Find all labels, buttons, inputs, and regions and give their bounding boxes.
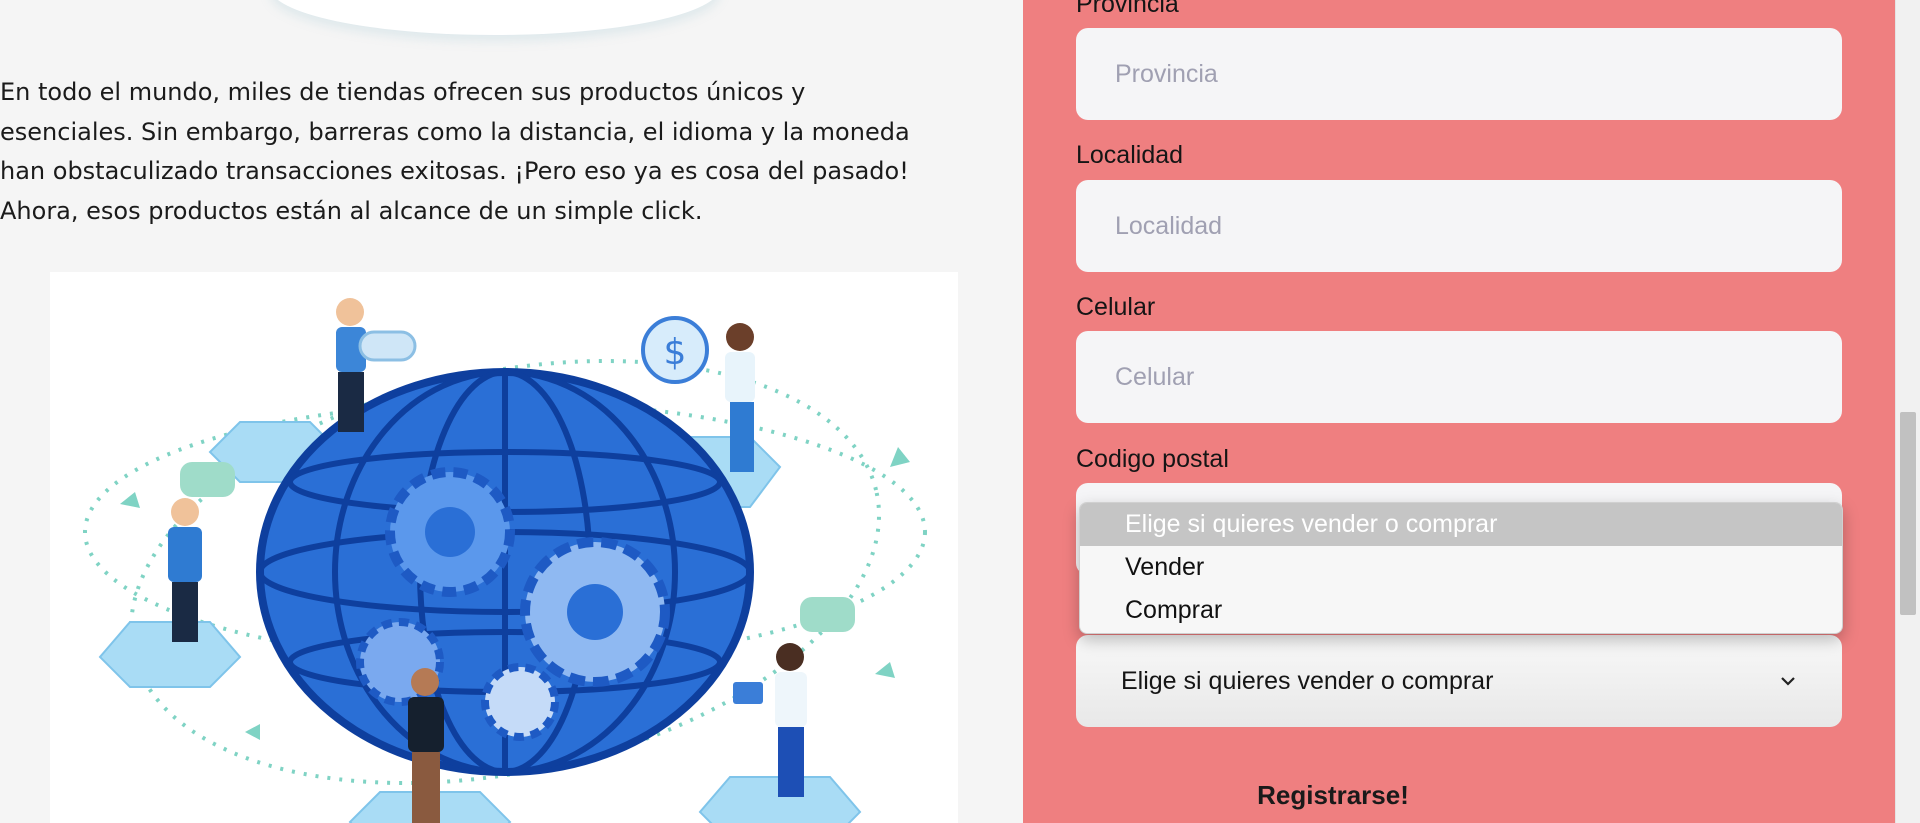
- scrollbar-thumb[interactable]: [1900, 412, 1916, 615]
- celular-input[interactable]: [1076, 331, 1842, 423]
- page: En todo el mundo, miles de tiendas ofrec…: [0, 0, 1920, 823]
- role-select[interactable]: Elige si quieres vender o comprar: [1076, 635, 1842, 727]
- global-commerce-illustration: $: [50, 272, 958, 823]
- localidad-label: Localidad: [1076, 141, 1184, 169]
- codigo-postal-label: Codigo postal: [1076, 445, 1229, 473]
- dropdown-option-placeholder[interactable]: Elige si quieres vender o comprar: [1080, 503, 1842, 546]
- svg-text:$: $: [664, 332, 687, 373]
- intro-section: En todo el mundo, miles de tiendas ofrec…: [0, 0, 1023, 823]
- role-select-dropdown: Elige si quieres vender o comprar Vender…: [1079, 502, 1843, 634]
- registration-form: Provincia Localidad Celular Codigo posta…: [1023, 0, 1895, 823]
- decorative-shape: [270, 0, 720, 35]
- register-button[interactable]: Registrarse!: [1233, 770, 1433, 820]
- role-select-value: Elige si quieres vender o comprar: [1121, 666, 1494, 695]
- page-scrollbar[interactable]: [1895, 0, 1920, 823]
- celular-label: Celular: [1076, 293, 1156, 321]
- chevron-down-icon: [1779, 672, 1797, 690]
- intro-paragraph: En todo el mundo, miles de tiendas ofrec…: [0, 78, 910, 225]
- dropdown-option-comprar[interactable]: Comprar: [1080, 589, 1842, 632]
- localidad-input[interactable]: [1076, 180, 1842, 272]
- provincia-label: Provincia: [1076, 0, 1179, 18]
- dropdown-option-vender[interactable]: Vender: [1080, 546, 1842, 589]
- provincia-input[interactable]: [1076, 28, 1842, 120]
